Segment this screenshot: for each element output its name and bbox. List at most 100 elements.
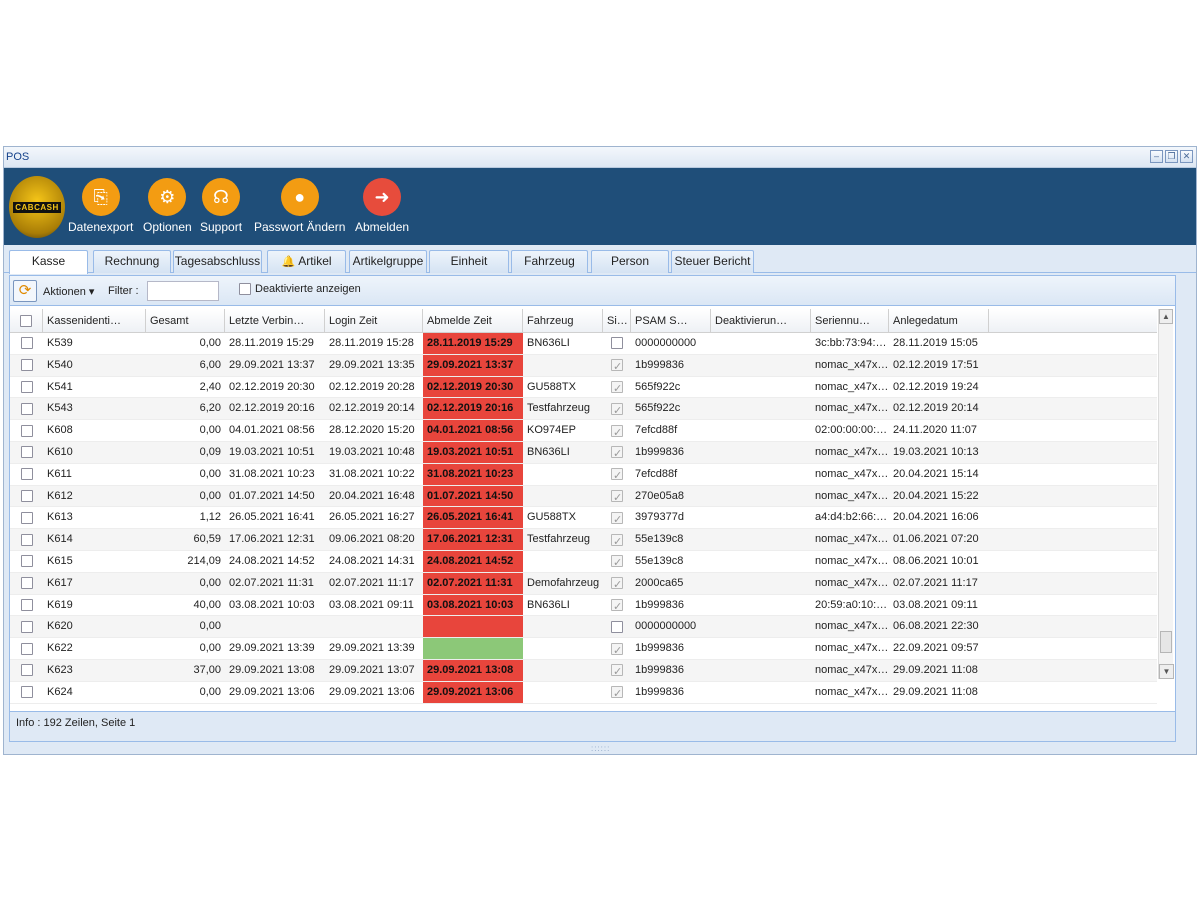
row-select-checkbox[interactable] [10, 595, 43, 616]
column-header[interactable]: Abmelde Zeit [423, 309, 523, 332]
row-select-checkbox[interactable] [10, 638, 43, 659]
checkbox-icon[interactable] [20, 314, 32, 327]
checkbox-icon[interactable] [20, 359, 33, 372]
passwort-ändern-button[interactable]: ● Passwort Ändern [254, 178, 345, 234]
table-row[interactable]: K611 0,00 31.08.2021 10:23 31.08.2021 10:22… [10, 463, 1157, 486]
checkbox-icon[interactable] [20, 424, 33, 437]
checkbox-icon[interactable] [20, 489, 33, 502]
column-header[interactable]: Letzte Verbin… [225, 309, 325, 332]
checkbox-icon[interactable] [20, 686, 33, 699]
cell-letzte: 26.05.2021 16:41 [229, 511, 315, 524]
table-row[interactable]: K613 1,12 26.05.2021 16:41 26.05.2021 16:27… [10, 507, 1157, 530]
tab-einheit[interactable]: Einheit [429, 250, 509, 273]
row-select-checkbox[interactable] [10, 616, 43, 637]
table-row[interactable]: K540 6,00 29.09.2021 13:37 29.09.2021 13:35… [10, 354, 1157, 377]
table-row[interactable]: K539 0,00 28.11.2019 15:29 28.11.2019 15:28… [10, 333, 1157, 355]
table-row[interactable]: K543 6,20 02.12.2019 20:16 02.12.2019 20:14… [10, 398, 1157, 421]
column-header[interactable]: PSAM S… [631, 309, 711, 332]
row-select-checkbox[interactable] [10, 420, 43, 441]
row-select-checkbox[interactable] [10, 442, 43, 463]
checkbox-icon[interactable] [20, 446, 33, 459]
row-select-checkbox[interactable] [10, 398, 43, 419]
cell-si [603, 398, 631, 419]
checkbox-icon[interactable] [239, 283, 251, 295]
row-select-checkbox[interactable] [10, 464, 43, 485]
tab-artikel[interactable]: 🔔 Artikel [267, 250, 346, 273]
filter-input[interactable] [147, 281, 219, 301]
checkbox-icon[interactable] [20, 664, 33, 677]
row-select-checkbox[interactable] [10, 573, 43, 594]
tab-tagesabschluss[interactable]: Tagesabschluss [173, 250, 262, 273]
row-select-checkbox[interactable] [10, 660, 43, 681]
column-header[interactable]: Fahrzeug [523, 309, 603, 332]
checkbox-icon[interactable] [20, 555, 33, 568]
refresh-button[interactable]: ⟳ [13, 280, 37, 302]
cell-login [325, 616, 423, 637]
row-select-checkbox[interactable] [10, 377, 43, 398]
column-header[interactable]: Si… [603, 309, 631, 332]
tab-rechnung[interactable]: Rechnung [93, 250, 171, 273]
tab-fahrzeug[interactable]: Fahrzeug [511, 250, 588, 273]
table-row[interactable]: K612 0,00 01.07.2021 14:50 20.04.2021 16:48… [10, 485, 1157, 508]
table-row[interactable]: K615 214,09 24.08.2021 14:52 24.08.2021 14:… [10, 550, 1157, 573]
row-select-checkbox[interactable] [10, 486, 43, 507]
aktionen-menu[interactable]: Aktionen ▾ [43, 285, 94, 298]
checkbox-icon[interactable] [20, 402, 33, 415]
tab-kasse[interactable]: Kasse [9, 250, 88, 274]
checkbox-icon[interactable] [20, 380, 33, 393]
table-row[interactable]: K623 37,00 29.09.2021 13:08 29.09.2021 13:0… [10, 659, 1157, 682]
table-row[interactable]: K610 0,09 19.03.2021 10:51 19.03.2021 10:48… [10, 441, 1157, 464]
show-deactivated-checkbox[interactable]: Deaktivierte anzeigen [239, 283, 361, 295]
column-header[interactable]: Seriennu… [811, 309, 889, 332]
table-row[interactable]: K614 60,59 17.06.2021 12:31 09.06.2021 08:2… [10, 529, 1157, 551]
table-row[interactable]: K619 40,00 03.08.2021 10:03 03.08.2021 09:1… [10, 594, 1157, 617]
column-header[interactable]: Kassenidenti… [43, 309, 146, 332]
info-bar: Info : 192 Zeilen, Seite 1 [10, 711, 1175, 741]
tab-artikelgruppe[interactable]: Artikelgruppe [349, 250, 427, 273]
minimize-button[interactable]: – [1150, 150, 1163, 163]
table-row[interactable]: K620 0,00 0000000000 nomac_x47x… 06.08.2021 … [10, 616, 1157, 639]
resize-grip[interactable]: :::::: [591, 744, 610, 753]
checkbox-icon[interactable] [20, 620, 33, 633]
select-all-checkbox[interactable] [10, 309, 43, 332]
cell-abmelde: 19.03.2021 10:51 [423, 441, 523, 463]
checkbox-icon[interactable] [20, 511, 33, 524]
table-row[interactable]: K608 0,00 04.01.2021 08:56 28.12.2020 15:20… [10, 420, 1157, 442]
table-row[interactable]: K624 0,00 29.09.2021 13:06 29.09.2021 13:06… [10, 681, 1157, 704]
restore-button[interactable]: ❐ [1165, 150, 1178, 163]
column-header[interactable]: Deaktivierun… [711, 309, 811, 332]
row-select-checkbox[interactable] [10, 682, 43, 703]
scroll-down-icon[interactable]: ▼ [1159, 664, 1174, 679]
scroll-thumb[interactable] [1160, 631, 1172, 653]
support-button[interactable]: ☊ Support [200, 178, 242, 234]
column-header[interactable]: Login Zeit [325, 309, 423, 332]
cell-letzte: 19.03.2021 10:51 [229, 445, 315, 458]
checkbox-icon[interactable] [20, 577, 33, 590]
optionen-button[interactable]: ⚙ Optionen [143, 178, 192, 234]
checkbox-icon[interactable] [20, 533, 33, 546]
close-button[interactable]: ✕ [1180, 150, 1193, 163]
row-select-checkbox[interactable] [10, 529, 43, 550]
column-header[interactable]: Anlegedatum [889, 309, 989, 332]
datenexport-button[interactable]: ⎘ Datenexport [68, 178, 133, 234]
table-row[interactable]: K541 2,40 02.12.2019 20:30 02.12.2019 20:28… [10, 376, 1157, 399]
tab-steuer-bericht[interactable]: Steuer Bericht [671, 250, 754, 273]
tab-person[interactable]: Person [591, 250, 669, 273]
row-select-checkbox[interactable] [10, 507, 43, 528]
column-header[interactable]: Gesamt [146, 309, 225, 332]
checkbox-icon[interactable] [20, 468, 33, 481]
checkbox-icon[interactable] [20, 598, 33, 611]
checkbox-icon[interactable] [20, 642, 33, 655]
row-select-checkbox[interactable] [10, 333, 43, 354]
table-row[interactable]: K617 0,00 02.07.2021 11:31 02.07.2021 11:17… [10, 572, 1157, 595]
cell-deakt [711, 377, 811, 398]
cell-serien: nomac_x47x… [815, 642, 889, 655]
row-select-checkbox[interactable] [10, 551, 43, 572]
row-select-checkbox[interactable] [10, 355, 43, 376]
vertical-scrollbar[interactable]: ▲ ▼ [1158, 309, 1174, 679]
scroll-up-icon[interactable]: ▲ [1159, 309, 1173, 324]
cell-serien: nomac_x47x… [815, 554, 889, 567]
table-row[interactable]: K622 0,00 29.09.2021 13:39 29.09.2021 13:39… [10, 638, 1157, 660]
checkbox-icon[interactable] [20, 337, 33, 350]
abmelden-button[interactable]: ➜ Abmelden [355, 178, 409, 234]
